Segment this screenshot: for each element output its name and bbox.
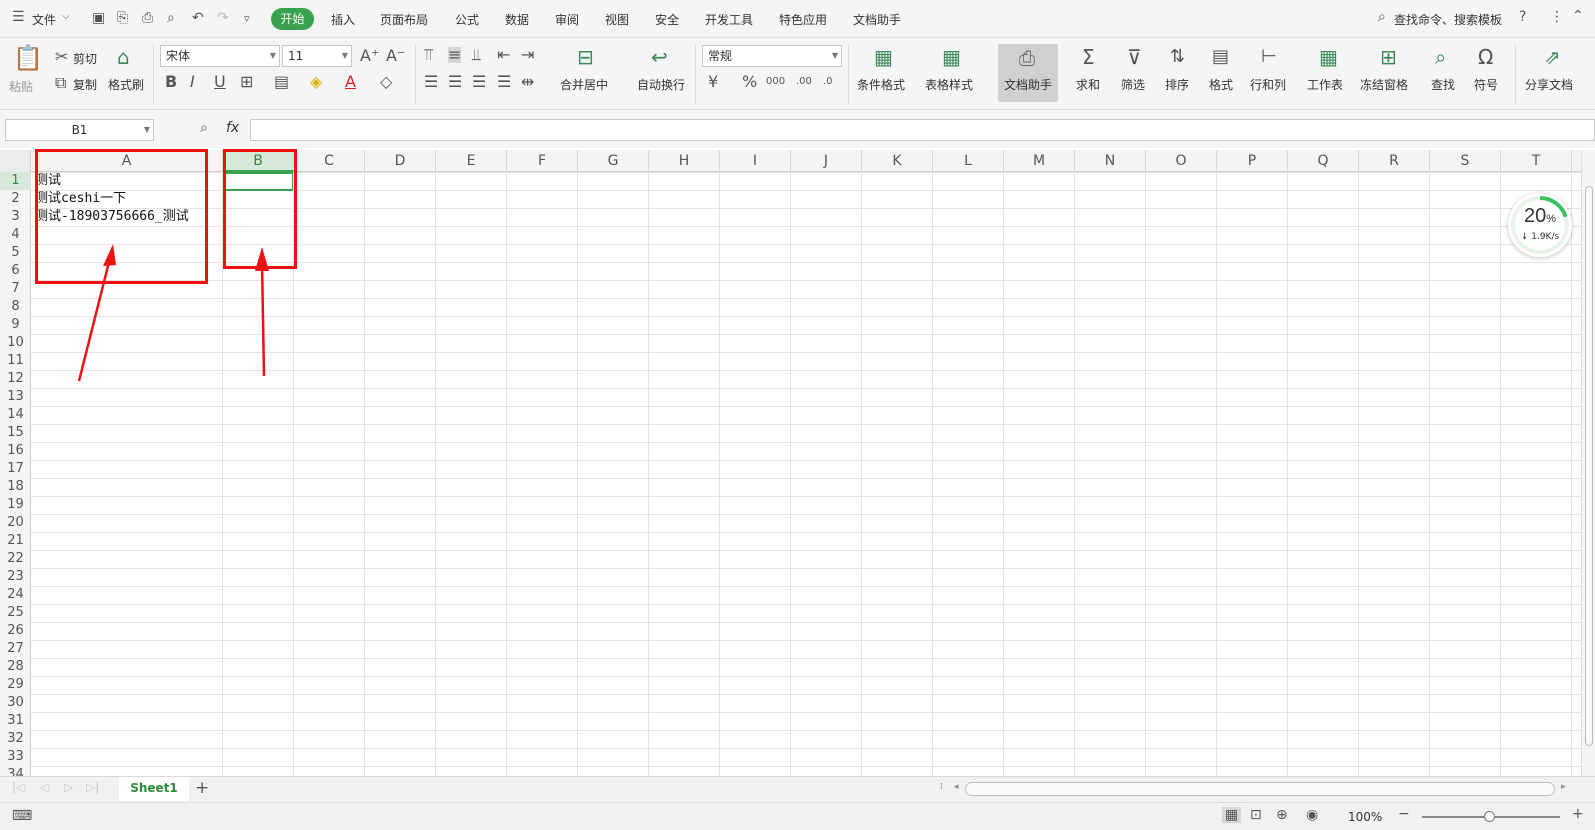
scroll-right-icon[interactable]: ▸ [1561,782,1566,792]
split-handle-icon[interactable]: ⁞ [940,782,943,792]
download-rate: ↓ 1.9K/s [1520,232,1560,242]
zoom-level[interactable]: 100% [1348,810,1382,824]
horizontal-scrollbar[interactable] [965,782,1555,796]
annotation-arrows [77,244,269,382]
macro-icon[interactable]: ⌨ [12,808,32,824]
arrow-to-column-a [77,257,112,382]
prev-sheet-icon[interactable]: ◁ [40,780,49,794]
page-layout-view-icon[interactable]: ⊕ [1276,807,1288,823]
arrowhead-column-b [255,247,269,271]
speed-percent: 20% [1523,205,1557,227]
status-bar: ⌨ ▦ ⊡ ⊕ ◉ 100% − + [0,802,1595,830]
network-speed-widget[interactable]: 20% ↓ 1.9K/s [1508,193,1572,257]
last-sheet-icon[interactable]: ▷| [86,780,99,794]
zoom-out-icon[interactable]: − [1398,806,1410,822]
arrowhead-column-a [103,244,116,266]
reading-mode-icon[interactable]: ◉ [1306,807,1318,823]
arrow-to-column-b [260,261,266,377]
sheet-tab-bar: |◁ ◁ ▷ ▷| Sheet1 + ⁞ ◂ ▸ [0,776,1595,802]
page-break-view-icon[interactable]: ⊡ [1250,807,1262,823]
zoom-in-icon[interactable]: + [1572,806,1584,822]
zoom-slider-knob[interactable] [1484,811,1495,822]
normal-view-icon[interactable]: ▦ [1222,807,1242,823]
sheet-tab-sheet1[interactable]: Sheet1 [119,777,189,801]
wps-spreadsheet-window: ☰ 文件 ⌵ ▣ ⎘ ⎙ ⌕ ↶ ↷ ▿ 开始 插入 页面布局 公式 数据 审阅… [0,0,1595,830]
add-sheet-button[interactable]: + [195,778,209,798]
scroll-left-icon[interactable]: ◂ [954,782,959,792]
first-sheet-icon[interactable]: |◁ [12,780,25,794]
next-sheet-icon[interactable]: ▷ [64,780,73,794]
